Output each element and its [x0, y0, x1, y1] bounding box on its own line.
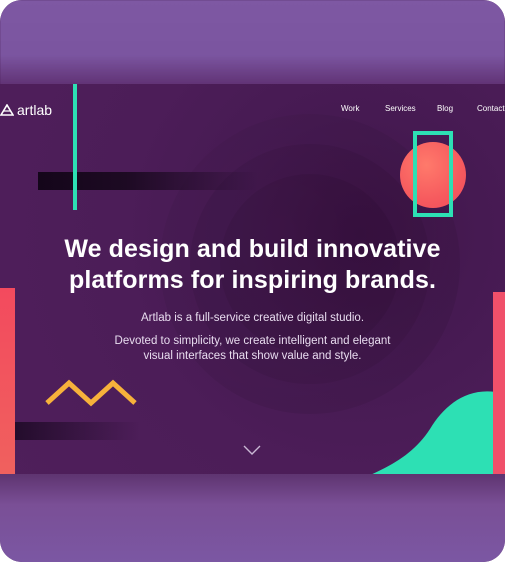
zigzag-shape — [45, 379, 137, 407]
teal-vertical-bar — [73, 84, 77, 210]
nav-item-blog[interactable]: Blog — [437, 104, 477, 113]
nav-item-work[interactable]: Work — [341, 104, 385, 113]
nav-item-services[interactable]: Services — [385, 104, 437, 113]
hero-headline: We design and build innovative platforms… — [0, 234, 505, 296]
device-frame: artlab Work Services Blog Contact We des… — [0, 0, 505, 562]
brand-logo[interactable]: artlab — [0, 102, 52, 118]
website-hero: artlab Work Services Blog Contact We des… — [0, 84, 505, 476]
bottom-blur-band — [0, 474, 505, 562]
hero-tagline: Artlab is a full-service creative digita… — [140, 312, 365, 324]
nav-item-contact[interactable]: Contact — [477, 104, 505, 113]
description-line: visual interfaces that show value and st… — [143, 350, 362, 362]
description-line: Devoted to simplicity, we create intelli… — [114, 335, 391, 347]
dark-stripe — [0, 422, 140, 440]
top-blur-band — [0, 0, 505, 92]
chevron-down-icon[interactable] — [242, 444, 262, 456]
headline-line: We design and build innovative — [64, 235, 441, 263]
hero-description: Devoted to simplicity, we create intelli… — [0, 334, 505, 364]
teal-frame-shape — [413, 131, 453, 217]
headline-line: platforms for inspiring brands. — [68, 266, 437, 294]
artlab-logo-icon — [0, 104, 14, 116]
main-nav: Work Services Blog Contact — [341, 104, 505, 113]
dark-stripe — [38, 172, 258, 190]
brand-name: artlab — [17, 102, 53, 118]
